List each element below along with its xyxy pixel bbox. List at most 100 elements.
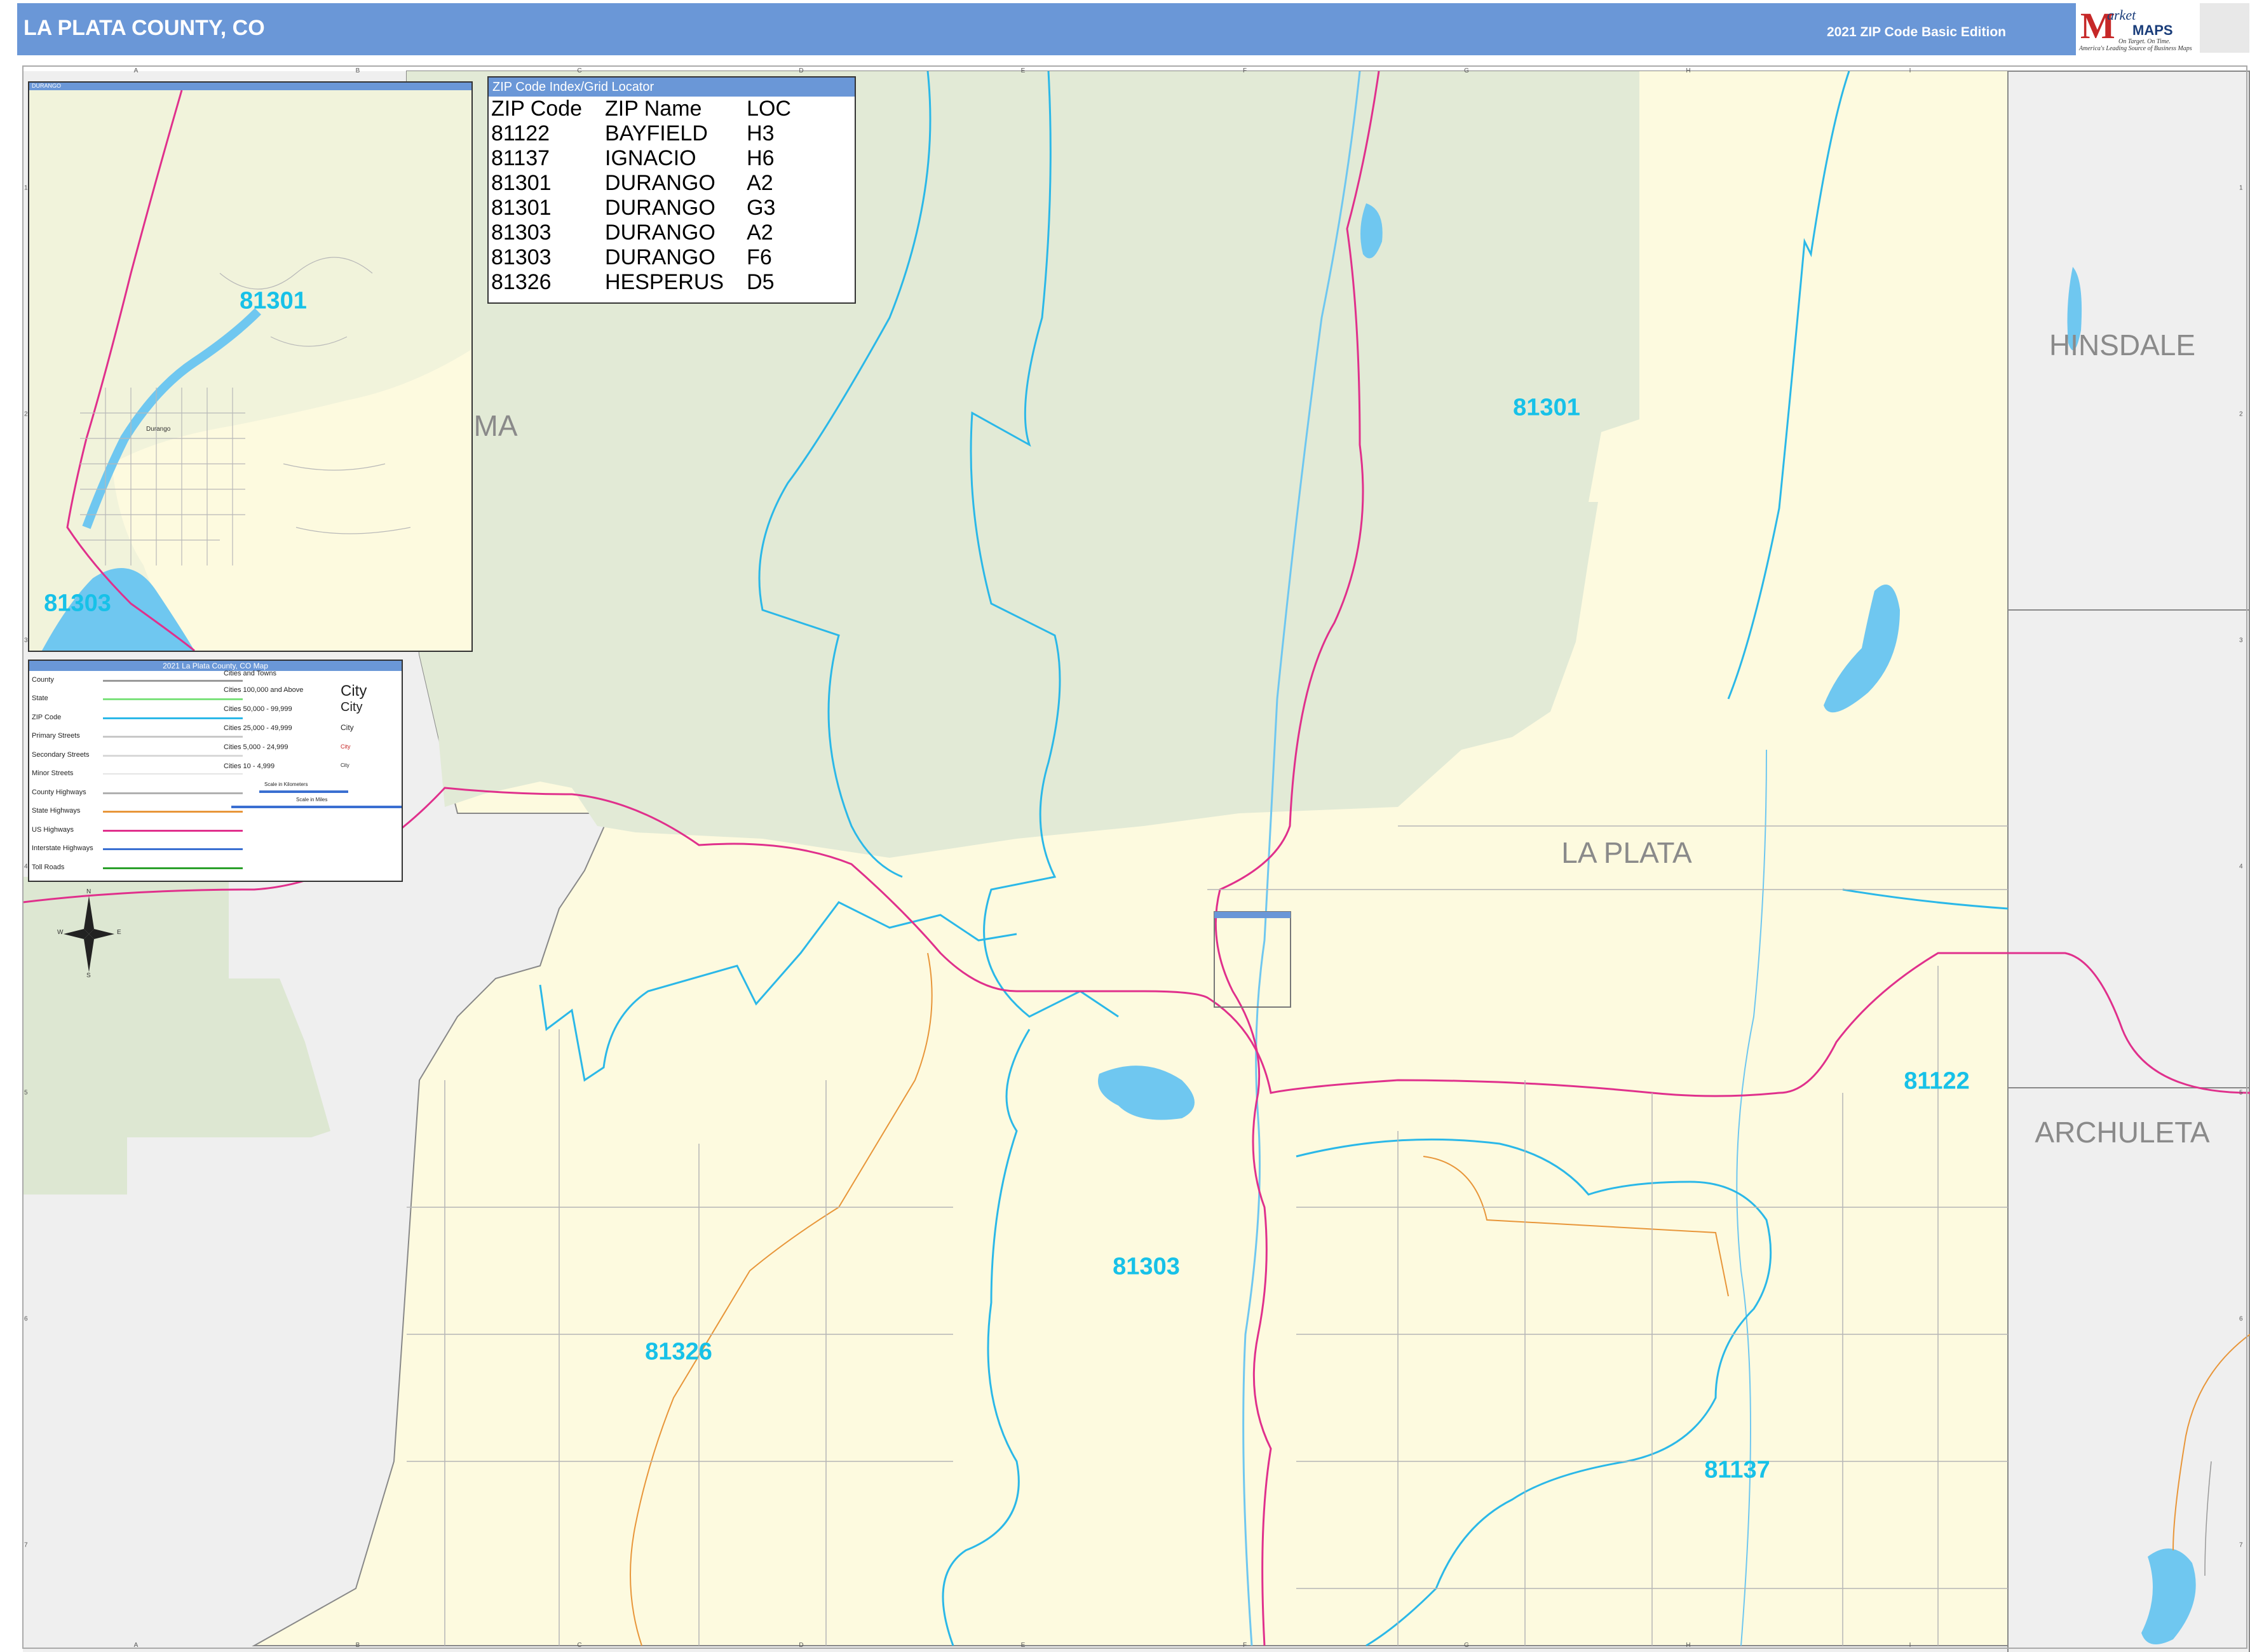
- legend-sample-25k: City: [341, 723, 354, 732]
- zip-index-header-row: ZIP Code ZIP Name LOC: [491, 97, 814, 121]
- legend-sample-50k: City: [341, 700, 363, 714]
- inset-zip-81301: 81301: [240, 287, 307, 315]
- loc-cell: A2: [747, 220, 773, 245]
- map-legend: 2021 La Plata County, CO Map County Stat…: [28, 660, 403, 882]
- grid-number-1-right: 1: [2239, 184, 2243, 192]
- grid-letter-g: G: [1464, 67, 1469, 74]
- compass-e: E: [117, 929, 121, 936]
- legend-minor: Minor Streets: [32, 769, 74, 777]
- legend-city-100k: Cities 100,000 and Above: [224, 686, 304, 694]
- legend-state-line: [103, 698, 243, 700]
- grid-letter-e: E: [1020, 67, 1026, 74]
- loc-cell: A2: [747, 171, 773, 195]
- scale-bar-mi: [231, 806, 402, 808]
- legend-cities-header: Cities and Towns: [224, 670, 276, 677]
- compass-w: W: [57, 929, 64, 936]
- grid-letter-c: C: [577, 67, 582, 74]
- table-row: 81326 HESPERUS D5: [491, 270, 814, 295]
- legend-title: 2021 La Plata County, CO Map: [29, 661, 402, 671]
- grid-letter-a: A: [133, 67, 139, 74]
- grid-number-7: 7: [24, 1541, 28, 1549]
- name-cell: DURANGO: [605, 171, 715, 195]
- inset-city-durango: Durango: [146, 426, 171, 433]
- legend-primary-line: [103, 736, 243, 738]
- name-cell: HESPERUS: [605, 270, 724, 294]
- table-row: 81301 DURANGO A2: [491, 171, 814, 196]
- grid-number-2: 2: [24, 410, 28, 418]
- table-row: 81303 DURANGO F6: [491, 245, 814, 270]
- grid-letter-d-bottom: D: [799, 1642, 804, 1649]
- durango-inset-map[interactable]: DURANGO Durango 81301 81303: [28, 81, 473, 652]
- legend-county-hwy: County Highways: [32, 789, 86, 796]
- name-cell: DURANGO: [605, 220, 715, 245]
- legend-county-hwy-line: [103, 792, 243, 794]
- zip-label-81303: 81303: [1113, 1253, 1180, 1280]
- legend-scale-km: Scale in Kilometers: [264, 782, 308, 787]
- county-label-ma: MA: [473, 409, 518, 442]
- table-row: 81301 DURANGO G3: [491, 196, 814, 220]
- grid-number-6-right: 6: [2239, 1315, 2243, 1323]
- legend-city-10: Cities 10 - 4,999: [224, 762, 275, 770]
- zip-index-col-zip: ZIP Code: [491, 97, 583, 121]
- grid-letter-h: H: [1686, 67, 1691, 74]
- legend-sample-100k: City: [341, 682, 367, 700]
- compass-s: S: [86, 972, 91, 979]
- loc-cell: H6: [747, 146, 775, 170]
- zip-code-index: ZIP Code Index/Grid Locator ZIP Code ZIP…: [487, 76, 856, 304]
- legend-state-hwy: State Highways: [32, 807, 81, 815]
- neighbor-counties: [2007, 71, 2250, 1652]
- compass-icon: [64, 896, 114, 972]
- legend-county: County: [32, 676, 54, 684]
- legend-scale-mi: Scale in Miles: [296, 797, 328, 802]
- loc-cell: G3: [747, 196, 776, 220]
- grid-letter-a-bottom: A: [133, 1642, 139, 1649]
- zip-cell: 81301: [491, 196, 552, 220]
- zip-cell: 81137: [491, 146, 550, 170]
- scale-bar-km: [259, 790, 348, 793]
- grid-number-7-right: 7: [2239, 1541, 2243, 1549]
- legend-zip: ZIP Code: [32, 714, 62, 721]
- legend-primary: Primary Streets: [32, 732, 80, 740]
- legend-city-50k: Cities 50,000 - 99,999: [224, 705, 292, 713]
- county-label-hinsdale: HINSDALE: [2049, 328, 2196, 362]
- grid-letter-i-bottom: I: [1909, 1642, 1911, 1649]
- grid-number-3-right: 3: [2239, 637, 2243, 644]
- durango-locator-bar: [1214, 912, 1291, 918]
- zip-index-table: ZIP Code ZIP Name LOC 81122 BAYFIELD H3 …: [491, 97, 814, 295]
- legend-us-hwy: US Highways: [32, 826, 74, 834]
- legend-state: State: [32, 694, 48, 702]
- legend-sample-5k: City: [341, 743, 351, 750]
- grid-number-3: 3: [24, 637, 28, 644]
- loc-cell: H3: [747, 121, 775, 146]
- table-row: 81303 DURANGO A2: [491, 220, 814, 245]
- name-cell: BAYFIELD: [605, 121, 708, 146]
- table-row: 81122 BAYFIELD H3: [491, 121, 814, 146]
- zip-index-col-loc: LOC: [747, 97, 791, 121]
- compass-n: N: [86, 888, 91, 895]
- inset-graphics: [29, 90, 471, 651]
- grid-number-2-right: 2: [2239, 410, 2243, 418]
- legend-sample-10: City: [341, 762, 349, 768]
- loc-cell: D5: [747, 270, 775, 294]
- grid-letter-f: F: [1242, 67, 1247, 74]
- zip-cell: 81122: [491, 121, 550, 146]
- grid-number-4: 4: [24, 863, 28, 870]
- county-label-archuleta: ARCHULETA: [2035, 1116, 2210, 1149]
- legend-secondary: Secondary Streets: [32, 751, 90, 759]
- name-cell: DURANGO: [605, 245, 715, 269]
- name-cell: IGNACIO: [605, 146, 696, 170]
- inset-zip-81303: 81303: [44, 590, 111, 617]
- zip-cell: 81326: [491, 270, 552, 294]
- grid-letter-h-bottom: H: [1686, 1642, 1691, 1649]
- grid-number-5: 5: [24, 1089, 28, 1097]
- legend-toll: Toll Roads: [32, 863, 65, 871]
- zip-label-81137: 81137: [1704, 1456, 1770, 1484]
- loc-cell: F6: [747, 245, 772, 269]
- zip-label-81301: 81301: [1513, 394, 1580, 421]
- zip-cell: 81303: [491, 220, 552, 245]
- legend-interstate: Interstate Highways: [32, 844, 93, 852]
- grid-number-5-right: 5: [2239, 1089, 2243, 1097]
- legend-toll-line: [103, 867, 243, 869]
- grid-number-6: 6: [24, 1315, 28, 1323]
- grid-letter-i: I: [1909, 67, 1911, 74]
